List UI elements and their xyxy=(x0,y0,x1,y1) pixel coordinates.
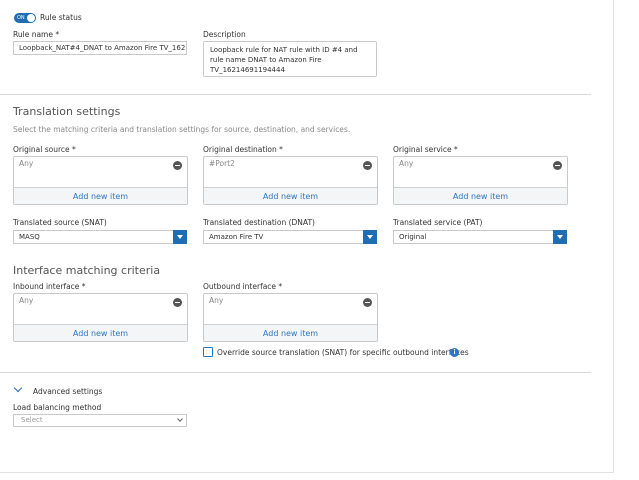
original-service-value: Any xyxy=(399,159,414,168)
override-snat-label: Override source translation (SNAT) for s… xyxy=(217,348,469,357)
remove-icon[interactable] xyxy=(553,161,562,170)
inbound-interface-card: Any Add new item xyxy=(13,293,188,342)
chevron-down-icon[interactable] xyxy=(553,230,567,244)
description-label: Description xyxy=(203,30,246,39)
outbound-interface-add-button[interactable]: Add new item xyxy=(204,324,377,341)
rule-name-label: Rule name * xyxy=(13,30,60,39)
remove-icon[interactable] xyxy=(173,161,182,170)
rule-status-label: Rule status xyxy=(40,13,82,22)
original-service-label: Original service * xyxy=(393,145,458,154)
translated-service-select[interactable]: Original xyxy=(393,230,567,244)
outbound-interface-card: Any Add new item xyxy=(203,293,378,342)
original-source-label: Original source * xyxy=(13,145,76,154)
description-value: Loopback rule for NAT rule with ID #4 an… xyxy=(210,46,358,74)
original-service-add-button[interactable]: Add new item xyxy=(394,187,567,204)
original-service-card: Any Add new item xyxy=(393,156,568,205)
load-balancing-label: Load balancing method xyxy=(13,403,102,412)
description-textarea[interactable]: Loopback rule for NAT rule with ID #4 an… xyxy=(203,41,377,77)
original-destination-card: #Port2 Add new item xyxy=(203,156,378,205)
inbound-interface-label: Inbound interface * xyxy=(13,282,86,291)
translated-destination-select[interactable]: Amazon Fire TV xyxy=(203,230,377,244)
translated-service-label: Translated service (PAT) xyxy=(393,218,483,227)
original-source-add-button[interactable]: Add new item xyxy=(14,187,187,204)
chevron-down-icon[interactable] xyxy=(363,230,377,244)
translation-settings-subtitle: Select the matching criteria and transla… xyxy=(13,125,351,134)
original-destination-value: #Port2 xyxy=(209,159,235,168)
translation-settings-title: Translation settings xyxy=(13,105,121,118)
load-balancing-placeholder: Select xyxy=(21,416,43,424)
chevron-down-icon[interactable] xyxy=(173,230,187,244)
chevron-down-icon[interactable] xyxy=(13,383,23,393)
info-icon[interactable]: i xyxy=(450,348,459,357)
translated-source-label: Translated source (SNAT) xyxy=(13,218,107,227)
remove-icon[interactable] xyxy=(363,161,372,170)
footer-divider xyxy=(0,472,614,473)
rule-name-input[interactable]: Loopback_NAT#4_DNAT to Amazon Fire TV_16… xyxy=(13,41,187,55)
divider xyxy=(0,94,591,95)
toggle-text: ON xyxy=(17,15,25,21)
translated-source-select[interactable]: MASQ xyxy=(13,230,187,244)
chevron-down-icon xyxy=(177,416,183,422)
advanced-settings-toggle[interactable]: Advanced settings xyxy=(33,387,102,396)
scrollbar-track[interactable] xyxy=(613,0,614,472)
remove-icon[interactable] xyxy=(173,298,182,307)
divider xyxy=(0,372,591,373)
original-source-value: Any xyxy=(19,159,34,168)
outbound-interface-value: Any xyxy=(209,296,224,305)
rule-name-value: Loopback_NAT#4_DNAT to Amazon Fire TV_16… xyxy=(19,44,187,52)
translated-source-value: MASQ xyxy=(19,233,40,241)
original-destination-add-button[interactable]: Add new item xyxy=(204,187,377,204)
outbound-interface-label: Outbound interface * xyxy=(203,282,283,291)
inbound-interface-value: Any xyxy=(19,296,34,305)
remove-icon[interactable] xyxy=(363,298,372,307)
toggle-knob xyxy=(27,14,35,22)
original-source-card: Any Add new item xyxy=(13,156,188,205)
inbound-interface-add-button[interactable]: Add new item xyxy=(14,324,187,341)
original-destination-label: Original destination * xyxy=(203,145,283,154)
translated-destination-value: Amazon Fire TV xyxy=(209,233,264,241)
rule-status-toggle[interactable]: ON xyxy=(14,13,36,23)
override-snat-checkbox[interactable] xyxy=(203,347,213,357)
interface-matching-title: Interface matching criteria xyxy=(13,264,161,277)
translated-destination-label: Translated destination (DNAT) xyxy=(203,218,315,227)
load-balancing-select[interactable]: Select xyxy=(13,414,187,427)
translated-service-value: Original xyxy=(399,233,427,241)
